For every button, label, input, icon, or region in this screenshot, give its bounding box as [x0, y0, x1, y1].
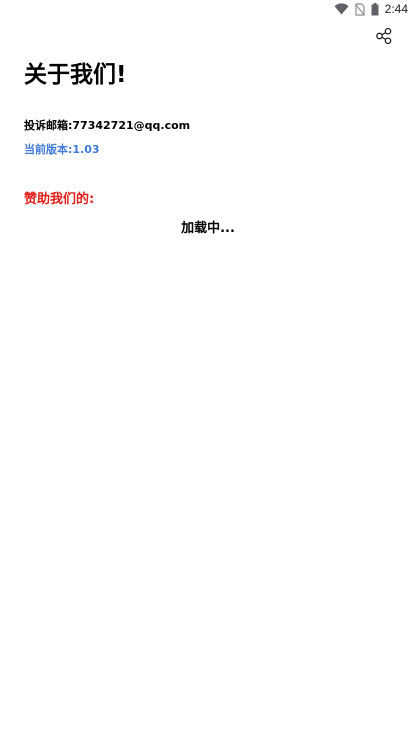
no-sim-icon	[354, 2, 365, 16]
status-icons: 2:44	[334, 2, 408, 16]
page-title: 关于我们!	[24, 62, 127, 88]
status-bar: 2:44	[0, 0, 416, 18]
wifi-icon	[334, 3, 349, 15]
share-button[interactable]	[373, 27, 395, 49]
status-time: 2:44	[384, 2, 408, 16]
battery-icon	[371, 2, 379, 16]
app-version-label: 当前版本:	[24, 143, 73, 156]
app-version-line: 当前版本:1.03	[24, 142, 100, 158]
app-version-value: 1.03	[72, 143, 100, 156]
complaint-email-value: 77342721@qq.com	[72, 119, 191, 132]
share-icon	[375, 27, 393, 49]
sponsor-heading: 赞助我们的:	[24, 192, 95, 207]
loading-text: 加载中...	[181, 221, 235, 236]
complaint-email-label: 投诉邮箱:	[24, 119, 73, 132]
complaint-email-line: 投诉邮箱:77342721@qq.com	[24, 118, 190, 134]
